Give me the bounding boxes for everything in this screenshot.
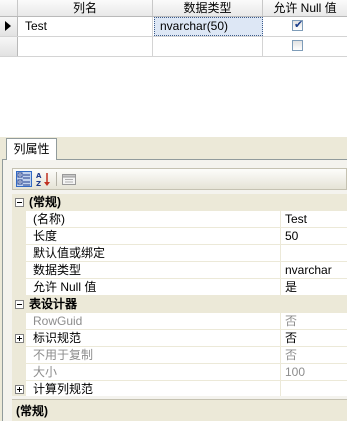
- property-row[interactable]: 大小 100: [12, 364, 347, 381]
- column-properties-panel: 列属性 A Z (常规) (名称) Test 长度 50 默认值或绑定 数据类型…: [0, 137, 347, 421]
- toolbar-separator: [56, 172, 57, 186]
- sort-alphabetical-icon: A Z: [36, 172, 50, 188]
- property-row[interactable]: 数据类型 nvarchar: [12, 262, 347, 279]
- property-name: 数据类型: [26, 262, 281, 279]
- collapse-icon[interactable]: [15, 300, 24, 309]
- property-gutter: [12, 347, 26, 364]
- property-row[interactable]: 标识规范否: [12, 330, 347, 347]
- expand-icon[interactable]: [15, 334, 24, 343]
- property-value[interactable]: [281, 245, 347, 262]
- property-name: 不用于复制: [26, 347, 281, 364]
- category-label: 表设计器: [26, 296, 347, 313]
- property-value: 100: [281, 364, 347, 381]
- property-name: (名称): [26, 211, 281, 228]
- property-value[interactable]: nvarchar: [281, 262, 347, 279]
- property-gutter: [12, 228, 26, 245]
- property-name: 大小: [26, 364, 281, 381]
- column-header-name[interactable]: 列名: [18, 0, 153, 16]
- table-designer: 列名 数据类型 允许 Null 值 Test nvarchar(50) ✔ 列属…: [0, 0, 347, 421]
- grid-row-new[interactable]: [0, 37, 347, 57]
- property-value[interactable]: 是: [281, 279, 347, 296]
- property-gutter: [12, 262, 26, 279]
- property-gutter: [12, 330, 26, 347]
- property-grid: (常规) (名称) Test 长度 50 默认值或绑定 数据类型 nvarchar 允许 Nul…: [12, 194, 347, 396]
- allow-null-checkbox[interactable]: [292, 40, 303, 51]
- description-pane: (常规): [12, 399, 347, 421]
- property-row[interactable]: 计算列规范: [12, 381, 347, 396]
- current-row-arrow-icon: [5, 21, 11, 31]
- property-name: 默认值或绑定: [26, 245, 281, 262]
- property-category[interactable]: 表设计器: [12, 296, 347, 313]
- property-name: 长度: [26, 228, 281, 245]
- description-title: (常规): [16, 404, 48, 418]
- property-gutter: [12, 211, 26, 228]
- property-name: RowGuid: [26, 313, 281, 330]
- row-header-corner: [0, 0, 18, 16]
- property-gutter: [12, 364, 26, 381]
- property-name: 标识规范: [26, 330, 281, 347]
- expand-icon[interactable]: [15, 385, 24, 394]
- collapse-icon[interactable]: [15, 198, 24, 207]
- categorized-icon: [17, 172, 30, 186]
- column-grid: 列名 数据类型 允许 Null 值 Test nvarchar(50) ✔: [0, 0, 347, 60]
- property-row[interactable]: 不用于复制否: [12, 347, 347, 364]
- property-gutter: [12, 296, 26, 313]
- categorized-button[interactable]: [16, 171, 32, 187]
- allow-null-cell: [263, 37, 347, 56]
- column-header-allow-null[interactable]: 允许 Null 值: [263, 0, 347, 16]
- property-row[interactable]: 长度 50: [12, 228, 347, 245]
- property-toolbar: A Z: [12, 168, 347, 190]
- alphabetical-button[interactable]: A Z: [35, 171, 51, 188]
- property-value[interactable]: [281, 381, 347, 396]
- grid-row[interactable]: Test nvarchar(50) ✔: [0, 17, 347, 37]
- property-gutter: [12, 313, 26, 330]
- property-gutter: [12, 381, 26, 396]
- grid-header: 列名 数据类型 允许 Null 值: [0, 0, 347, 17]
- property-value: 否: [281, 313, 347, 330]
- allow-null-checkbox[interactable]: ✔: [292, 19, 304, 31]
- category-label: (常规): [26, 194, 347, 211]
- column-name-cell[interactable]: [18, 37, 153, 56]
- property-value[interactable]: Test: [281, 211, 347, 228]
- property-pages-icon: [62, 174, 76, 185]
- property-gutter: [12, 279, 26, 296]
- property-name: 允许 Null 值: [26, 279, 281, 296]
- column-header-type[interactable]: 数据类型: [153, 0, 263, 16]
- property-category[interactable]: (常规): [12, 194, 347, 211]
- property-value: 否: [281, 347, 347, 364]
- property-row[interactable]: 允许 Null 值是: [12, 279, 347, 296]
- column-name-cell[interactable]: Test: [18, 17, 153, 36]
- tab-column-properties[interactable]: 列属性: [6, 138, 57, 160]
- checkmark-icon: ✔: [294, 19, 304, 31]
- data-type-cell[interactable]: nvarchar(50): [154, 17, 263, 36]
- property-gutter: [12, 194, 26, 211]
- allow-null-cell: ✔: [263, 17, 347, 36]
- property-row[interactable]: 默认值或绑定: [12, 245, 347, 262]
- property-row[interactable]: RowGuid 否: [12, 313, 347, 330]
- svg-text:Z: Z: [36, 180, 41, 187]
- row-selector[interactable]: [0, 37, 18, 56]
- svg-text:A: A: [36, 172, 42, 180]
- property-gutter: [12, 245, 26, 262]
- row-selector[interactable]: [0, 17, 18, 36]
- property-row[interactable]: (名称) Test: [12, 211, 347, 228]
- property-value[interactable]: 否: [281, 330, 347, 347]
- property-name: 计算列规范: [26, 381, 281, 396]
- property-value[interactable]: 50: [281, 228, 347, 245]
- property-pages-button[interactable]: [61, 171, 77, 187]
- data-type-cell[interactable]: [153, 37, 263, 56]
